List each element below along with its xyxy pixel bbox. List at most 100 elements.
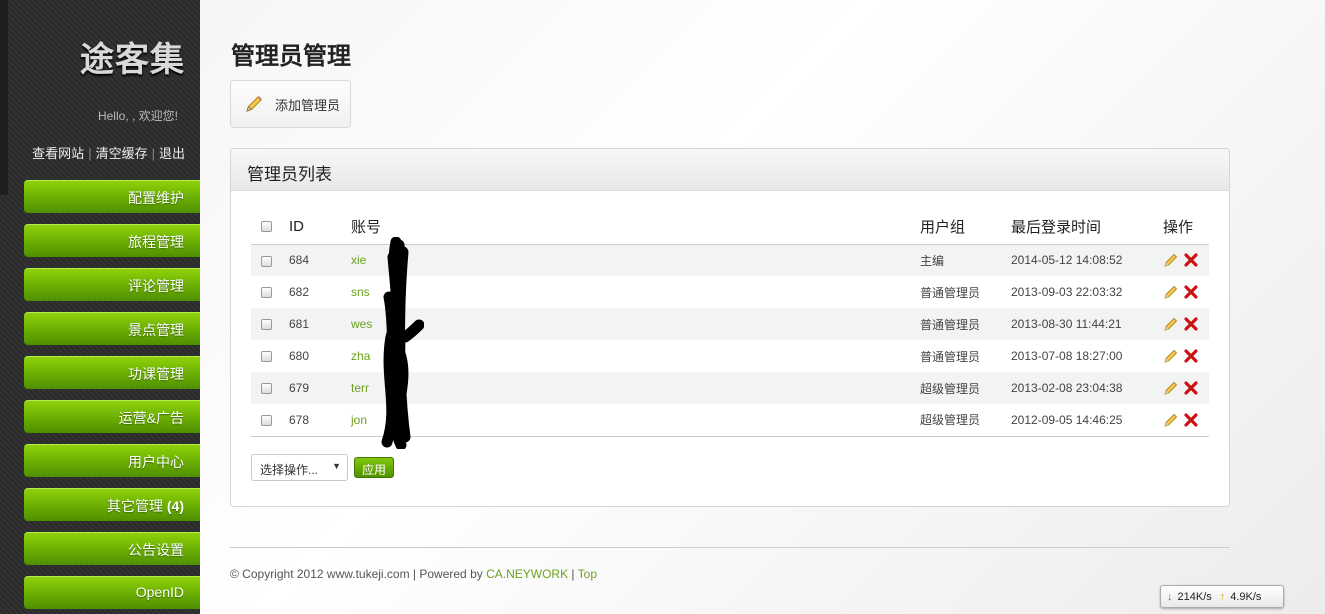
nav-item-other[interactable]: 其它管理 (4) (24, 488, 200, 521)
download-speed: 214K/s (1177, 590, 1212, 603)
footer-divider (230, 547, 1230, 548)
admin-list-panel: 管理员列表 ID 账号 用户组 最后登录时间 操作 684 xie 主编 201… (230, 148, 1230, 507)
nav-item-config[interactable]: 配置维护 (24, 180, 200, 213)
sidebar-edge (0, 0, 8, 195)
row-id: 682 (289, 285, 310, 299)
row-account-link[interactable]: wes (351, 308, 920, 340)
nav-item-operations-ads[interactable]: 运营&广告 (24, 400, 200, 433)
footer-separator: | (568, 567, 578, 581)
nav-item-label: OpenID (135, 584, 184, 600)
delete-x-icon[interactable] (1183, 316, 1199, 332)
clear-cache-link[interactable]: 清空缓存 (96, 146, 148, 161)
bulk-action-select[interactable]: 选择操作... ▼ (251, 454, 348, 481)
powered-by-link[interactable]: CA.NEYWORK (486, 567, 568, 581)
row-group: 普通管理员 (920, 285, 981, 300)
copyright-text: © Copyright 2012 www.tukeji.com | Powere… (230, 567, 487, 581)
edit-pencil-icon[interactable] (1163, 284, 1179, 300)
row-id: 678 (289, 404, 351, 437)
add-admin-button[interactable]: 添加管理员 (230, 80, 351, 128)
row-account-link[interactable]: zha (351, 340, 920, 372)
row-checkbox[interactable] (261, 287, 272, 299)
row-last-login: 2013-09-03 22:03:32 (1011, 285, 1123, 299)
row-id: 680 (289, 349, 310, 363)
row-group: 超级管理员 (920, 372, 1011, 404)
delete-x-icon[interactable] (1183, 412, 1199, 428)
row-group: 普通管理员 (920, 349, 981, 364)
nav-item-comments[interactable]: 评论管理 (24, 268, 200, 301)
nav-item-label: 公告设置 (128, 542, 184, 558)
nav-item-label: 功课管理 (128, 366, 184, 382)
footer: © Copyright 2012 www.tukeji.com | Powere… (230, 567, 597, 581)
back-to-top-link[interactable]: Top (578, 567, 597, 581)
apply-button[interactable]: 应用 (354, 457, 394, 478)
row-id: 681 (289, 308, 351, 340)
redaction-scribble (381, 237, 424, 449)
nav-item-user-center[interactable]: 用户中心 (24, 444, 200, 477)
header-last-login: 最后登录时间 (1011, 209, 1163, 245)
logout-link[interactable]: 退出 (159, 146, 185, 161)
network-speed-widget[interactable]: ↓ 214K/s ↑ 4.9K/s (1160, 585, 1284, 608)
dropdown-arrow-icon: ▼ (332, 461, 341, 471)
sidebar-nav: 配置维护 旅程管理 评论管理 景点管理 功课管理 运营&广告 用户中心 其它管理… (24, 180, 200, 614)
delete-x-icon[interactable] (1183, 380, 1199, 396)
panel-title: 管理员列表 (231, 149, 1229, 191)
nav-item-homework[interactable]: 功课管理 (24, 356, 200, 389)
delete-x-icon[interactable] (1183, 348, 1199, 364)
select-all-checkbox[interactable] (261, 221, 272, 233)
edit-pencil-icon[interactable] (1163, 316, 1179, 332)
download-arrow-icon: ↓ (1167, 590, 1173, 603)
row-account-link[interactable]: xie (351, 244, 920, 276)
edit-pencil-icon[interactable] (1163, 412, 1179, 428)
edit-pencil-icon[interactable] (1163, 348, 1179, 364)
nav-item-label: 运营&广告 (118, 410, 184, 426)
row-check-cell (251, 340, 289, 372)
nav-item-trips[interactable]: 旅程管理 (24, 224, 200, 257)
row-actions (1163, 244, 1209, 276)
row-checkbox[interactable] (261, 319, 272, 331)
row-last-login: 2013-02-08 23:04:38 (1011, 372, 1163, 404)
upload-speed: 4.9K/s (1230, 590, 1262, 603)
row-checkbox[interactable] (261, 255, 272, 267)
row-check-cell (251, 276, 289, 308)
site-logo[interactable]: 途客集 (80, 32, 185, 81)
row-checkbox[interactable] (261, 351, 272, 363)
header-group: 用户组 (920, 209, 1011, 245)
page-title: 管理员管理 (231, 42, 351, 70)
nav-item-label: 其它管理 (106, 498, 163, 514)
nav-item-label: 评论管理 (128, 278, 184, 294)
nav-item-attractions[interactable]: 景点管理 (24, 312, 200, 345)
row-check-cell (251, 308, 289, 340)
row-group: 主编 (920, 244, 1011, 276)
nav-item-openid[interactable]: OpenID (24, 576, 200, 609)
row-account-link[interactable]: terr (351, 372, 920, 404)
row-check-cell (251, 372, 289, 404)
row-id: 679 (289, 372, 351, 404)
upload-arrow-icon: ↑ (1219, 590, 1226, 603)
view-site-link[interactable]: 查看网站 (32, 146, 84, 161)
header-account: 账号 (351, 209, 920, 245)
row-id: 684 (289, 244, 351, 276)
row-account-link[interactable]: jon (351, 404, 920, 437)
row-checkbox[interactable] (261, 383, 272, 395)
greeting-text: Hello, , 欢迎您! (97, 109, 178, 123)
nav-item-label: 配置维护 (128, 190, 184, 206)
row-last-login: 2014-05-12 14:08:52 (1011, 244, 1163, 276)
row-account-link[interactable]: sns (351, 276, 920, 308)
row-check-cell (251, 244, 289, 276)
row-actions (1163, 308, 1209, 340)
row-checkbox[interactable] (261, 415, 272, 427)
row-check-cell (251, 404, 289, 437)
delete-x-icon[interactable] (1183, 252, 1199, 268)
pencil-icon (246, 96, 262, 112)
top-links: 查看网站 | 清空缓存 | 退出 (32, 143, 185, 162)
header-actions: 操作 (1163, 209, 1209, 245)
edit-pencil-icon[interactable] (1163, 380, 1179, 396)
nav-item-announcements[interactable]: 公告设置 (24, 532, 200, 565)
row-group: 超级管理员 (920, 404, 1011, 437)
delete-x-icon[interactable] (1183, 284, 1199, 300)
edit-pencil-icon[interactable] (1163, 252, 1179, 268)
link-separator: | (88, 146, 92, 161)
row-actions (1163, 276, 1209, 308)
row-last-login: 2013-08-30 11:44:21 (1011, 308, 1163, 340)
row-last-login: 2013-07-08 18:27:00 (1011, 349, 1123, 363)
